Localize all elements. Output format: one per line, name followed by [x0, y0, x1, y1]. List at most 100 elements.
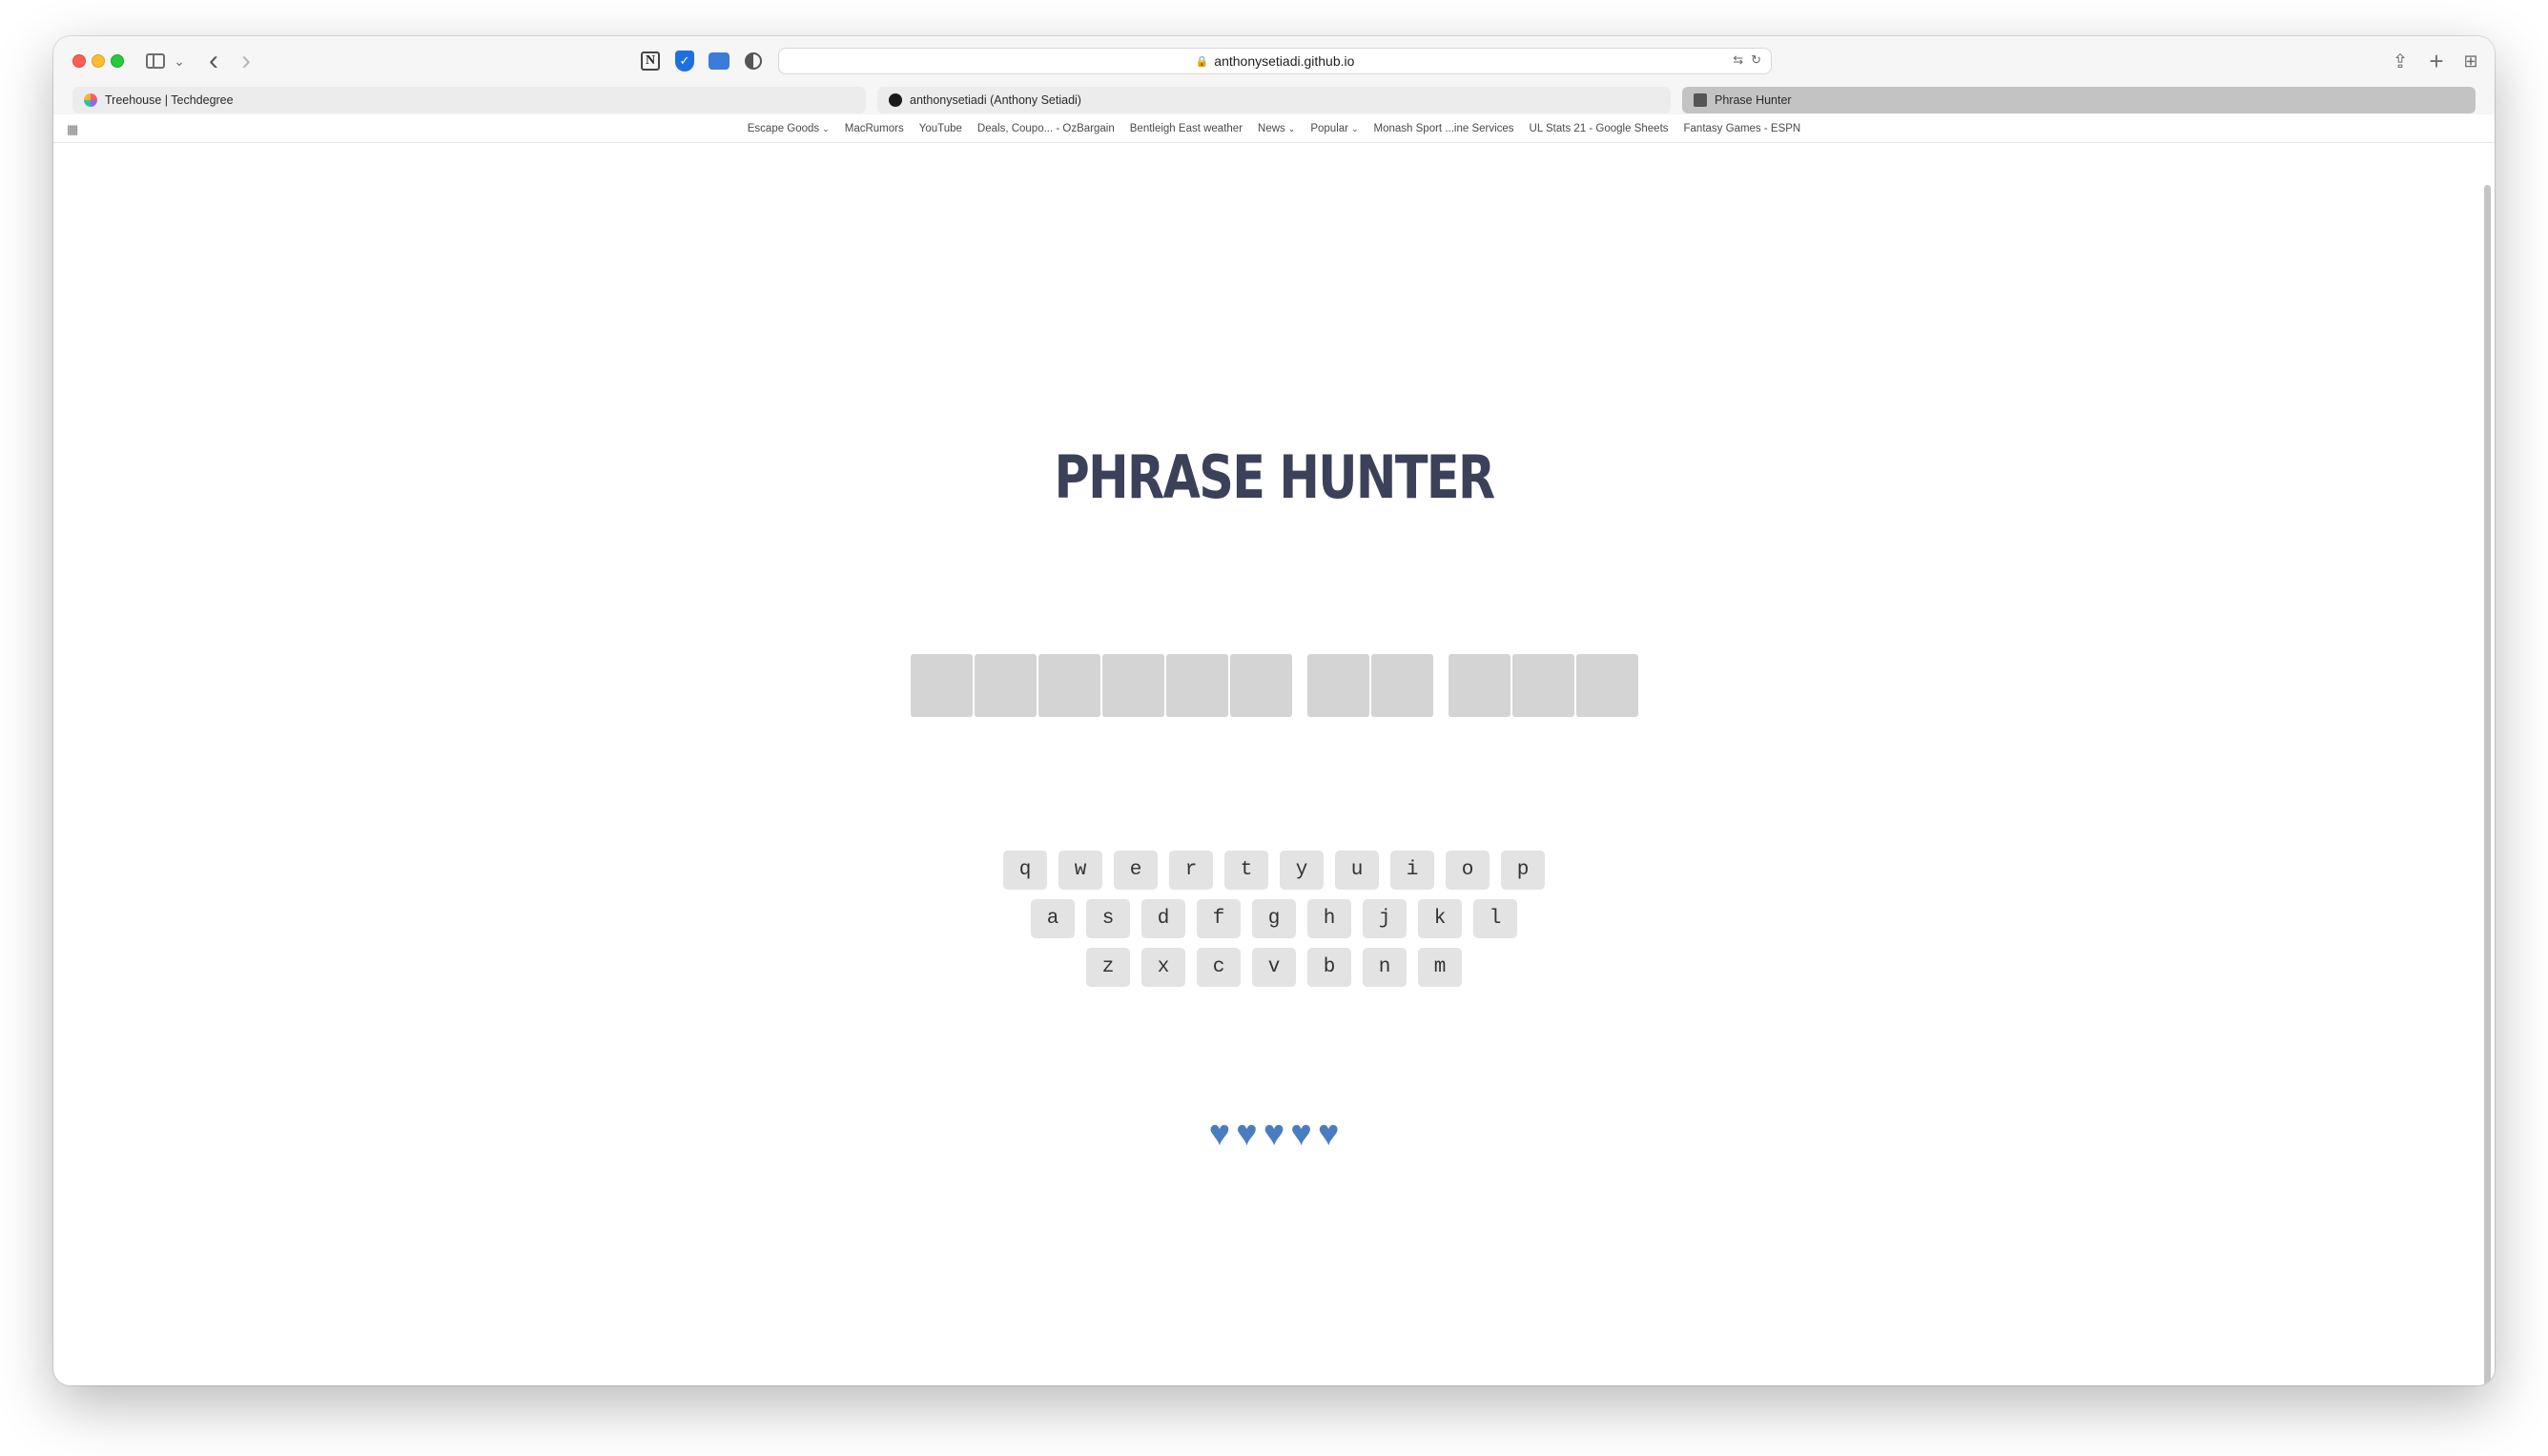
key-o[interactable]: o — [1446, 851, 1490, 890]
bookmarks-list: Escape Goods ⌄ MacRumors YouTube Deals, Coup… — [53, 114, 2495, 143]
key-f[interactable]: f — [1197, 899, 1241, 938]
browser-toolbar: ⌄ ‹ › N ✓ 🔒 anthonysetiadi.github.io ⇆ ↻… — [53, 36, 2495, 86]
key-e[interactable]: e — [1114, 851, 1158, 890]
treehouse-icon — [84, 93, 97, 107]
keyboard-row: asdfghjkl — [1031, 899, 1517, 938]
page-icon — [1694, 93, 1707, 107]
key-t[interactable]: t — [1224, 851, 1268, 890]
hidden-letter-box — [1575, 654, 1638, 717]
bookmark-item[interactable]: Deals, Coupo... - OzBargain — [977, 123, 1115, 134]
keyboard-row: qwertyuiop — [1003, 851, 1545, 890]
chevron-down-icon[interactable]: ⌄ — [174, 49, 185, 73]
heart-icon: ♥ — [1317, 1114, 1340, 1154]
key-k[interactable]: k — [1418, 899, 1462, 938]
hidden-letter-box — [1165, 654, 1228, 717]
url-text: anthonysetiadi.github.io — [1214, 53, 1355, 69]
key-y[interactable]: y — [1280, 851, 1324, 890]
bookmark-label: Monash Sport ...ine Services — [1373, 123, 1514, 134]
key-l[interactable]: l — [1473, 899, 1517, 938]
bookmark-label: Deals, Coupo... - OzBargain — [976, 123, 1115, 134]
key-p[interactable]: p — [1501, 851, 1545, 890]
hidden-letter-box — [1511, 654, 1574, 717]
key-z[interactable]: z — [1086, 948, 1130, 987]
sidebar-toggle-icon[interactable] — [145, 49, 166, 73]
hidden-letter-box — [910, 654, 973, 717]
bitwarden-extension-icon[interactable]: ✓ — [673, 49, 696, 73]
key-s[interactable]: s — [1086, 899, 1130, 938]
key-b[interactable]: b — [1307, 948, 1351, 987]
bookmarks-bar: ▦ Escape Goods ⌄ MacRumors YouTube Deals, Co… — [53, 114, 2495, 143]
key-x[interactable]: x — [1141, 948, 1185, 987]
notion-extension-icon[interactable]: N — [639, 49, 662, 73]
onscreen-keyboard: qwertyuiop asdfghjkl zxcvbnm — [53, 851, 2495, 987]
mail-extension-icon[interactable] — [708, 49, 730, 73]
hidden-letter-box — [1038, 654, 1100, 717]
heart-icon: ♥ — [1208, 1114, 1231, 1154]
key-i[interactable]: i — [1390, 851, 1434, 890]
tab-treehouse[interactable]: Treehouse | Techdegree — [72, 87, 866, 113]
hidden-letter-box — [1101, 654, 1164, 717]
minimize-window-button[interactable] — [92, 54, 105, 68]
translate-icon[interactable]: ⇆ — [1733, 52, 1743, 68]
chevron-down-icon: ⌄ — [822, 124, 830, 133]
chevron-down-icon: ⌄ — [1350, 124, 1359, 133]
key-n[interactable]: n — [1363, 948, 1407, 987]
phrase-word — [1306, 654, 1433, 717]
key-r[interactable]: r — [1169, 851, 1213, 890]
chevron-down-icon: ⌄ — [1287, 124, 1296, 133]
browser-window: ⌄ ‹ › N ✓ 🔒 anthonysetiadi.github.io ⇆ ↻… — [53, 36, 2495, 1385]
key-c[interactable]: c — [1197, 948, 1241, 987]
bookmark-item[interactable]: Popular ⌄ — [1310, 123, 1358, 134]
close-window-button[interactable] — [72, 54, 86, 68]
bookmark-item[interactable]: Fantasy Games - ESPN — [1684, 123, 1801, 134]
tab-github[interactable]: anthonysetiadi (Anthony Setiadi) — [877, 87, 1671, 113]
page-content: PHRASE HUNTER qwertyuiop asdfghjkl zxcvbnm… — [53, 143, 2495, 1385]
bookmark-item[interactable]: Monash Sport ...ine Services — [1374, 123, 1514, 134]
key-q[interactable]: q — [1003, 851, 1047, 890]
bookmark-item[interactable]: Escape Goods ⌄ — [748, 123, 830, 134]
zoom-window-button[interactable] — [111, 54, 124, 68]
bookmark-item[interactable]: MacRumors — [845, 123, 904, 134]
address-bar[interactable]: 🔒 anthonysetiadi.github.io ⇆ ↻ — [778, 48, 1772, 74]
key-a[interactable]: a — [1031, 899, 1075, 938]
key-g[interactable]: g — [1252, 899, 1296, 938]
back-icon[interactable]: ‹ — [204, 45, 223, 76]
keyboard-row: zxcvbnm — [1086, 948, 1462, 987]
tab-bar: Treehouse | Techdegree anthonysetiadi (A… — [53, 86, 2495, 114]
key-m[interactable]: m — [1418, 948, 1462, 987]
tab-overview-icon[interactable]: ⊞ — [2460, 49, 2481, 73]
tab-title: Treehouse | Techdegree — [105, 93, 234, 107]
bookmark-label: UL Stats 21 - Google Sheets — [1529, 123, 1669, 134]
key-h[interactable]: h — [1307, 899, 1351, 938]
key-w[interactable]: w — [1058, 851, 1102, 890]
phrase-word — [1448, 654, 1638, 717]
tab-title: anthonysetiadi (Anthony Setiadi) — [910, 93, 1081, 107]
share-icon[interactable]: ⇪ — [2390, 49, 2411, 73]
bookmark-item[interactable]: Bentleigh East weather — [1130, 123, 1243, 134]
forward-icon[interactable]: › — [236, 45, 256, 76]
key-v[interactable]: v — [1252, 948, 1296, 987]
bookmark-label: Fantasy Games - ESPN — [1683, 123, 1801, 134]
github-icon — [889, 93, 902, 107]
bookmark-item[interactable]: YouTube — [919, 123, 962, 134]
hidden-letter-box — [1448, 654, 1510, 717]
bookmark-label: Popular — [1310, 123, 1348, 134]
bookmark-item[interactable]: News ⌄ — [1258, 123, 1295, 134]
phrase-display — [53, 654, 2495, 717]
page-title: PHRASE HUNTER — [1054, 442, 1496, 512]
tab-phrase-hunter[interactable]: Phrase Hunter — [1682, 87, 2476, 113]
key-d[interactable]: d — [1141, 899, 1185, 938]
key-u[interactable]: u — [1335, 851, 1379, 890]
lives-display: ♥ ♥ ♥ ♥ ♥ — [53, 1116, 2495, 1152]
bookmark-label: Bentleigh East weather — [1129, 123, 1243, 134]
dark-mode-extension-icon[interactable] — [742, 49, 765, 73]
phrase-word — [910, 654, 1292, 717]
lock-icon: 🔒 — [1195, 55, 1209, 68]
new-tab-icon[interactable]: + — [2426, 47, 2447, 75]
bookmark-label: YouTube — [918, 123, 962, 134]
reload-icon[interactable]: ↻ — [1751, 52, 1761, 68]
key-j[interactable]: j — [1363, 899, 1407, 938]
hidden-letter-box — [1306, 654, 1369, 717]
scrollbar[interactable] — [2484, 185, 2491, 1385]
bookmark-item[interactable]: UL Stats 21 - Google Sheets — [1530, 123, 1669, 134]
